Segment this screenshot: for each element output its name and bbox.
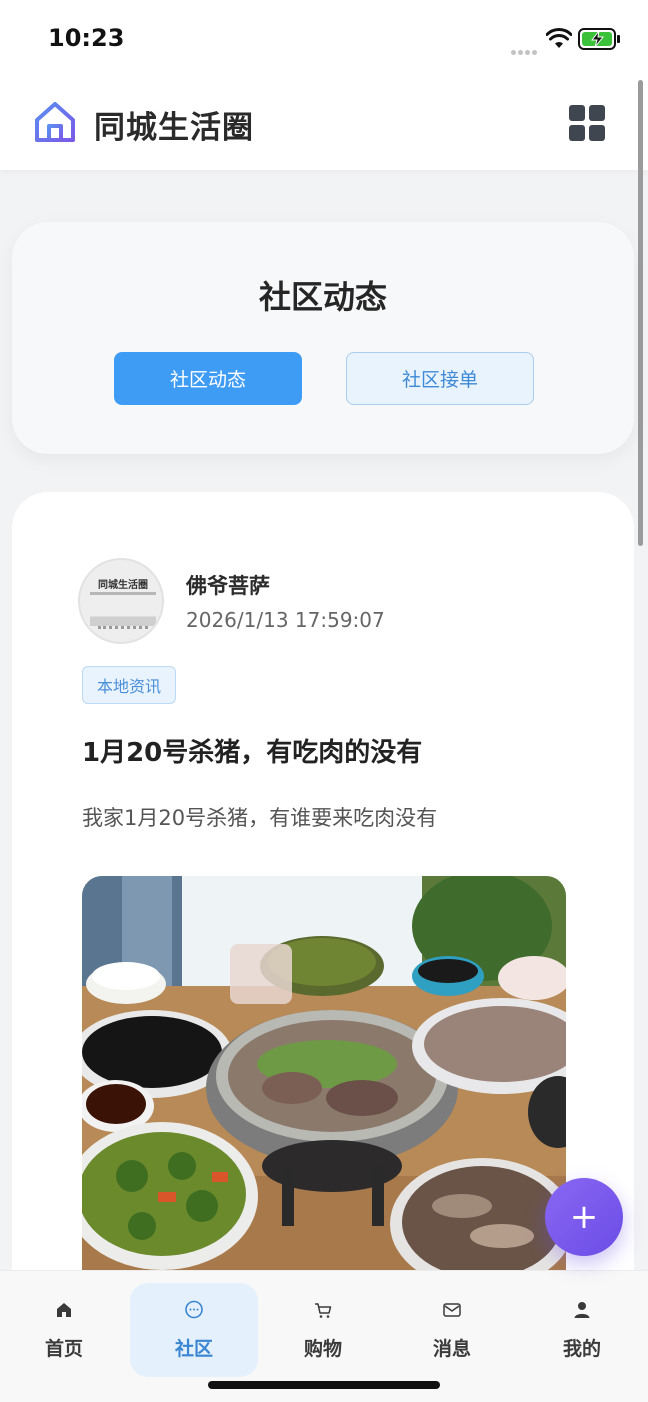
scrollbar[interactable] — [638, 80, 643, 546]
signal-icon — [511, 40, 541, 55]
post-image[interactable] — [82, 876, 566, 1282]
section-title: 社区动态 — [258, 278, 387, 316]
nav-label-shopping: 购物 — [303, 1337, 342, 1360]
nav-label-community: 社区 — [174, 1337, 213, 1360]
post-title[interactable]: 1月20号杀猪，有吃肉的没有 — [82, 732, 422, 769]
status-bar: 10:23 — [0, 0, 648, 78]
add-post-button[interactable]: + — [545, 1178, 623, 1256]
home-icon — [57, 1302, 71, 1317]
nav-item-profile[interactable]: 我的 — [518, 1283, 646, 1377]
home-indicator — [208, 1381, 440, 1389]
mail-icon — [443, 1302, 461, 1317]
community-tabs-card: 社区动态 社区动态 社区接单 — [12, 222, 634, 454]
nav-item-home[interactable]: 首页 — [0, 1283, 128, 1377]
post-card[interactable]: 同城生活圈 佛爷菩萨 2026/1/13 17:59:07 本地资讯 1月20号… — [12, 492, 634, 1282]
app-header: 同城生活圈 — [0, 78, 648, 170]
nav-label-home: 首页 — [44, 1337, 83, 1360]
nav-item-messages[interactable]: 消息 — [388, 1283, 516, 1377]
home-logo-icon — [35, 102, 75, 142]
post-author[interactable]: 佛爷菩萨 — [186, 570, 270, 600]
user-icon — [574, 1301, 590, 1318]
avatar-logo-text: 同城生活圈 — [98, 580, 148, 591]
wifi-icon — [546, 28, 572, 48]
food-photo — [82, 876, 566, 1282]
battery-icon — [578, 28, 620, 50]
grid-menu-icon[interactable] — [569, 105, 605, 141]
nav-label-messages: 消息 — [432, 1337, 471, 1360]
tab-community-orders[interactable]: 社区接单 — [346, 352, 534, 405]
nav-label-profile: 我的 — [562, 1337, 601, 1360]
status-time: 10:23 — [48, 24, 125, 52]
post-body: 我家1月20号杀猪，有谁要来吃肉没有 — [82, 806, 438, 830]
chat-bubble-icon — [185, 1300, 203, 1318]
nav-item-shopping[interactable]: 购物 — [259, 1283, 387, 1377]
avatar[interactable]: 同城生活圈 — [78, 558, 164, 644]
cart-icon — [315, 1302, 332, 1318]
post-category-tag[interactable]: 本地资讯 — [82, 666, 177, 704]
nav-item-community[interactable]: 社区 — [130, 1283, 258, 1377]
post-timestamp: 2026/1/13 17:59:07 — [186, 608, 385, 632]
app-title: 同城生活圈 — [94, 110, 254, 146]
tab-community-feed[interactable]: 社区动态 — [114, 352, 302, 405]
